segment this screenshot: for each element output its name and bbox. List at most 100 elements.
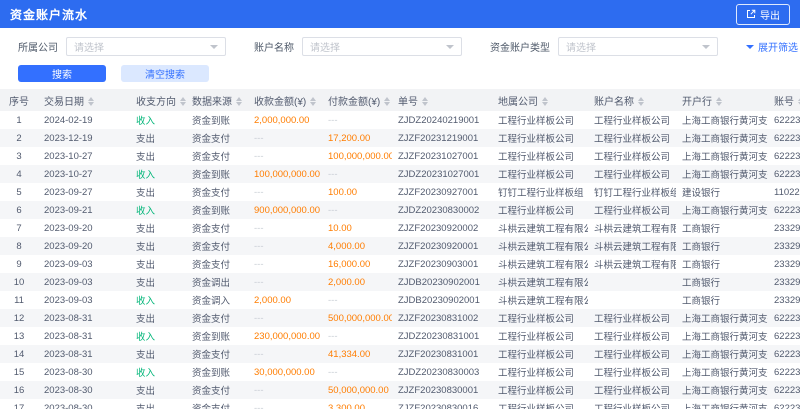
cell-account-no: 622230111 <box>768 129 800 147</box>
cell-bank: 上海工商银行黄河支行 <box>676 201 768 219</box>
column-header-label: 账号 <box>774 97 794 108</box>
cell-account-name: 斗栱云建筑工程有限公司 <box>588 237 676 255</box>
cell-out-amount: 10.00 <box>322 219 392 237</box>
filter-buttons-row: 搜索 清空搜索 <box>18 65 790 82</box>
export-button[interactable]: 导出 <box>736 4 790 25</box>
table-header-row: 序号交易日期收支方向数据来源收款金额(¥)付款金额(¥)单号地属公司账户名称开户… <box>0 89 800 111</box>
cell-in-amount: --- <box>248 399 322 409</box>
table-row: 152023-08-30收入资金到账30,000,000.00---ZJDZ20… <box>0 363 800 381</box>
cell-in-amount: 230,000,000.00 <box>248 327 322 345</box>
cell-in-amount: --- <box>248 255 322 273</box>
table-row: 102023-09-03支出资金调出---2,000.00ZJDB2023090… <box>0 273 800 291</box>
column-header-label: 单号 <box>398 97 418 108</box>
sort-icon[interactable] <box>180 97 186 106</box>
column-header-label: 交易日期 <box>44 97 84 108</box>
table-row: 32023-10-27支出资金支付---100,000,000.00ZJZF20… <box>0 147 800 165</box>
cell-account-no: 110223821 <box>768 183 800 201</box>
cell-no: 15 <box>0 363 38 381</box>
column-header[interactable]: 账号 <box>768 89 800 111</box>
cell-source: 资金到账 <box>186 327 248 345</box>
sort-icon[interactable] <box>88 97 94 106</box>
cell-company: 工程行业样板公司 <box>492 327 588 345</box>
cell-bank: 建设银行 <box>676 183 768 201</box>
account-type-filter-label: 资金账户类型 <box>490 39 550 54</box>
sort-icon[interactable] <box>716 97 722 106</box>
cell-source: 资金支付 <box>186 237 248 255</box>
account-type-select[interactable]: 请选择 <box>558 37 718 56</box>
clear-search-button[interactable]: 清空搜索 <box>121 65 209 82</box>
cell-out-amount: 3,300.00 <box>322 399 392 409</box>
cell-out-amount: 100,000,000.00 <box>322 147 392 165</box>
cell-account-no: 233294991 <box>768 237 800 255</box>
company-select[interactable]: 请选择 <box>66 37 226 56</box>
cell-direction: 支出 <box>130 309 186 327</box>
account-name-select[interactable]: 请选择 <box>302 37 462 56</box>
cell-source: 资金支付 <box>186 381 248 399</box>
cell-out-amount: --- <box>322 201 392 219</box>
column-header[interactable]: 交易日期 <box>38 89 130 111</box>
search-button[interactable]: 搜索 <box>18 65 106 82</box>
column-header[interactable]: 付款金额(¥) <box>322 89 392 111</box>
company-select-placeholder: 请选择 <box>74 39 104 54</box>
cell-in-amount: 2,000.00 <box>248 291 322 309</box>
cell-account-no: 233294991 <box>768 219 800 237</box>
column-header[interactable]: 数据来源 <box>186 89 248 111</box>
cell-order-no: ZJDZ20240219001 <box>392 111 492 129</box>
cell-bank: 上海工商银行黄河支行 <box>676 381 768 399</box>
sort-icon[interactable] <box>310 97 316 106</box>
cell-no: 17 <box>0 399 38 409</box>
cell-order-no: ZJZF20231027001 <box>392 147 492 165</box>
chevron-down-icon <box>446 45 454 49</box>
cell-no: 4 <box>0 165 38 183</box>
expand-filter-label: 展开筛选 <box>758 39 798 54</box>
cell-company: 斗栱云建筑工程有限公司 <box>492 273 588 291</box>
cell-source: 资金到账 <box>186 165 248 183</box>
sort-icon[interactable] <box>638 97 644 106</box>
cell-company: 工程行业样板公司 <box>492 147 588 165</box>
cell-direction: 收入 <box>130 291 186 309</box>
cell-account-name: 工程行业样板公司 <box>588 399 676 409</box>
cell-bank: 上海工商银行黄河支行 <box>676 111 768 129</box>
column-header-label: 数据来源 <box>192 97 232 108</box>
cell-account-name: 工程行业样板公司 <box>588 381 676 399</box>
column-header[interactable]: 收款金额(¥) <box>248 89 322 111</box>
sort-icon[interactable] <box>422 97 428 106</box>
sort-icon[interactable] <box>542 97 548 106</box>
cell-date: 2023-09-03 <box>38 291 130 309</box>
column-header[interactable]: 账户名称 <box>588 89 676 111</box>
cell-out-amount: 41,334.00 <box>322 345 392 363</box>
cell-order-no: ZJZF20230920001 <box>392 237 492 255</box>
column-header[interactable]: 单号 <box>392 89 492 111</box>
table-row: 42023-10-27收入资金到账100,000,000.00---ZJDZ20… <box>0 165 800 183</box>
cell-date: 2023-08-30 <box>38 363 130 381</box>
column-header[interactable]: 收支方向 <box>130 89 186 111</box>
column-header[interactable]: 开户行 <box>676 89 768 111</box>
cell-account-name <box>588 273 676 291</box>
cell-account-name: 钉钉工程行业样板组 <box>588 183 676 201</box>
cell-order-no: ZJDZ20230831001 <box>392 327 492 345</box>
column-header-label: 开户行 <box>682 97 712 108</box>
sort-icon[interactable] <box>236 97 242 106</box>
cell-source: 资金支付 <box>186 183 248 201</box>
cell-out-amount: --- <box>322 165 392 183</box>
filter-panel: 所属公司 请选择 账户名称 请选择 资金账户类型 请选择 展开筛选 搜索 <box>0 28 800 89</box>
cell-out-amount: --- <box>322 327 392 345</box>
table-row: 92023-09-03支出资金支付---16,000.00ZJZF2023090… <box>0 255 800 273</box>
cell-direction: 收入 <box>130 363 186 381</box>
sort-icon[interactable] <box>384 97 390 106</box>
column-header-label: 地属公司 <box>498 97 538 108</box>
cell-bank: 工商银行 <box>676 237 768 255</box>
column-header-label: 付款金额(¥) <box>328 97 380 108</box>
cell-date: 2023-10-27 <box>38 147 130 165</box>
cell-in-amount: 900,000,000.00 <box>248 201 322 219</box>
cell-out-amount: 16,000.00 <box>322 255 392 273</box>
cell-direction: 支出 <box>130 237 186 255</box>
cell-date: 2023-09-03 <box>38 255 130 273</box>
cell-account-no: 622230111 <box>768 381 800 399</box>
expand-filter-link[interactable]: 展开筛选 <box>746 39 800 54</box>
column-header[interactable]: 地属公司 <box>492 89 588 111</box>
cell-in-amount: --- <box>248 345 322 363</box>
cell-date: 2023-08-31 <box>38 345 130 363</box>
cell-direction: 支出 <box>130 273 186 291</box>
cell-account-name: 工程行业样板公司 <box>588 129 676 147</box>
